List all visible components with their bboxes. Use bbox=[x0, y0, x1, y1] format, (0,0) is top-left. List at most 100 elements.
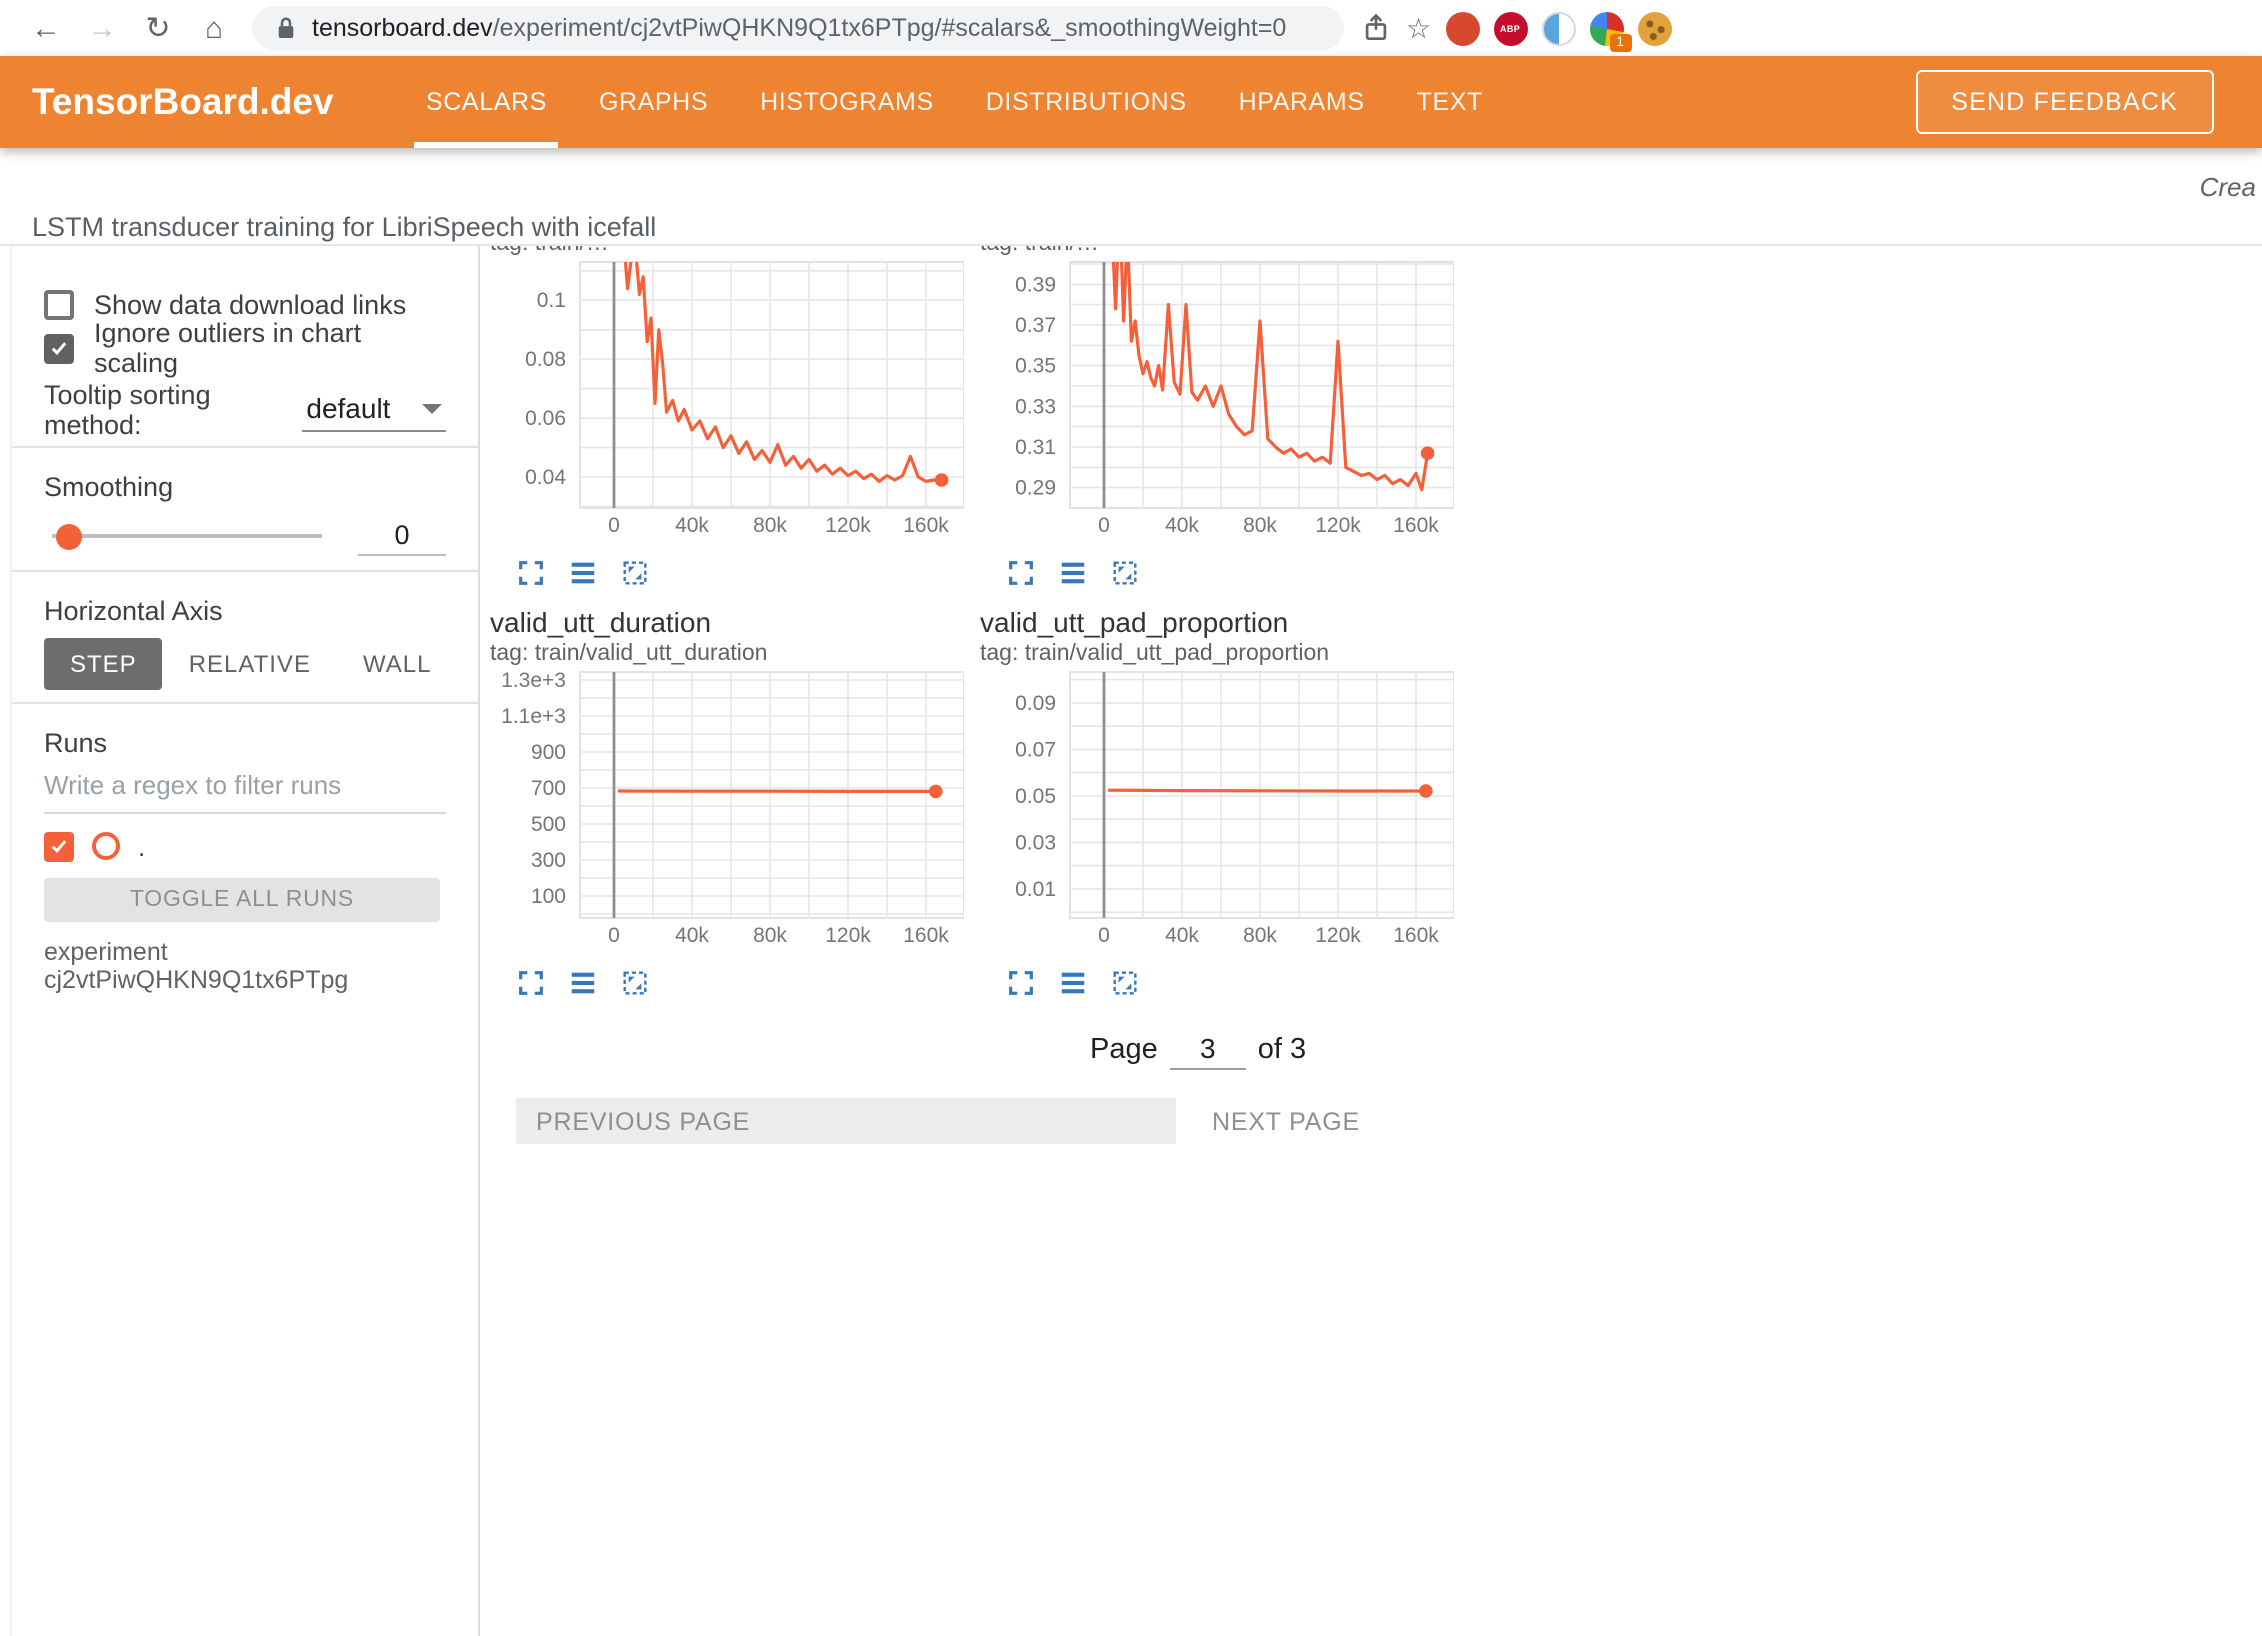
svg-text:80k: 80k bbox=[1243, 924, 1277, 947]
svg-text:40k: 40k bbox=[1165, 514, 1199, 537]
slider-thumb[interactable] bbox=[56, 523, 82, 549]
fit-domain-icon[interactable] bbox=[620, 966, 650, 1000]
runs-filter-input[interactable] bbox=[44, 762, 446, 814]
chart-toolbar bbox=[1006, 966, 1454, 1000]
tab-scalars[interactable]: SCALARS bbox=[400, 56, 573, 148]
content: Show data download links Ignore outliers… bbox=[0, 246, 2262, 1636]
cookie-extension-icon[interactable] bbox=[1637, 11, 1671, 45]
bookmark-star-icon[interactable]: ☆ bbox=[1406, 11, 1431, 45]
axis-step-button[interactable]: STEP bbox=[44, 638, 163, 690]
svg-text:0.05: 0.05 bbox=[1015, 785, 1056, 808]
line-chart: 0.040.060.080.1040k80k120k160k bbox=[490, 258, 964, 546]
abp-extension-icon[interactable]: ABP bbox=[1493, 11, 1527, 45]
svg-text:160k: 160k bbox=[1393, 514, 1439, 537]
tooltip-sorting-select[interactable]: default bbox=[302, 388, 446, 432]
browser-toolbar: ← → ↻ ⌂ tensorboard.dev/experiment/cj2vt… bbox=[0, 0, 2262, 56]
url-path: /experiment/cj2vtPiwQHKN9Q1tx6PTpg/#scal… bbox=[493, 14, 1287, 42]
tab-text[interactable]: TEXT bbox=[1391, 56, 1509, 148]
smoothing-row bbox=[44, 514, 446, 558]
page-label: Page bbox=[1090, 1034, 1158, 1066]
back-icon[interactable]: ← bbox=[28, 13, 64, 43]
ignore-outliers-row[interactable]: Ignore outliers in chart scaling bbox=[44, 326, 446, 370]
line-chart: 1003005007009001.1e+31.3e+3040k80k120k16… bbox=[490, 668, 964, 956]
svg-text:40k: 40k bbox=[1165, 924, 1199, 947]
chart-toolbar bbox=[516, 966, 964, 1000]
settings-sidebar: Show data download links Ignore outliers… bbox=[10, 246, 480, 1636]
ignore-outliers-label: Ignore outliers in chart scaling bbox=[94, 318, 446, 378]
page-navigation: PREVIOUS PAGE NEXT PAGE bbox=[516, 1098, 2262, 1144]
tab-distributions[interactable]: DISTRIBUTIONS bbox=[960, 56, 1213, 148]
svg-text:160k: 160k bbox=[903, 514, 949, 537]
app-logo[interactable]: TensorBoard.dev bbox=[32, 80, 328, 124]
check-icon bbox=[48, 336, 70, 360]
home-icon[interactable]: ⌂ bbox=[196, 13, 232, 43]
reload-icon[interactable]: ↻ bbox=[140, 13, 176, 43]
experiment-title: LSTM transducer training for LibriSpeech… bbox=[0, 208, 2262, 246]
svg-text:100: 100 bbox=[531, 885, 566, 908]
tab-graphs[interactable]: GRAPHS bbox=[573, 56, 734, 148]
show-download-checkbox[interactable] bbox=[44, 289, 74, 319]
adblock-extension-icon[interactable] bbox=[1445, 11, 1479, 45]
svg-text:0.03: 0.03 bbox=[1015, 831, 1056, 854]
chart-data-table-icon[interactable] bbox=[568, 966, 598, 1000]
axis-relative-button[interactable]: RELATIVE bbox=[163, 638, 337, 690]
svg-text:160k: 160k bbox=[903, 924, 949, 947]
run-row[interactable]: . bbox=[44, 826, 446, 866]
chart-data-table-icon[interactable] bbox=[1058, 966, 1088, 1000]
fit-domain-icon[interactable] bbox=[620, 556, 650, 590]
expand-chart-icon[interactable] bbox=[1006, 966, 1036, 1000]
charts-area: tag: train/… 0.040.060.080.1040k80k120k1… bbox=[480, 246, 2262, 1636]
profile-extension-icon[interactable]: 1 bbox=[1589, 11, 1623, 45]
smoothing-input[interactable] bbox=[358, 516, 446, 556]
svg-text:0.29: 0.29 bbox=[1015, 477, 1056, 500]
page-total: of 3 bbox=[1258, 1034, 1306, 1066]
tooltip-sorting-row: Tooltip sorting method: default bbox=[44, 386, 446, 434]
extension-icon[interactable] bbox=[1541, 11, 1575, 45]
lock-icon bbox=[276, 16, 296, 40]
expand-chart-icon[interactable] bbox=[516, 966, 546, 1000]
chart-card: tag: train/… 0.040.060.080.1040k80k120k1… bbox=[490, 246, 964, 606]
chart-card: valid_utt_duration tag: train/valid_utt_… bbox=[490, 606, 964, 1000]
svg-text:1.1e+3: 1.1e+3 bbox=[501, 705, 566, 728]
chart-data-table-icon[interactable] bbox=[568, 556, 598, 590]
url-bar[interactable]: tensorboard.dev/experiment/cj2vtPiwQHKN9… bbox=[252, 6, 1344, 50]
run-checkbox[interactable] bbox=[44, 831, 74, 861]
page: ← → ↻ ⌂ tensorboard.dev/experiment/cj2vt… bbox=[0, 0, 2262, 1636]
page-input[interactable] bbox=[1170, 1028, 1246, 1070]
svg-text:0: 0 bbox=[608, 514, 620, 537]
chart-tag: tag: train/valid_utt_duration bbox=[490, 640, 964, 668]
svg-text:80k: 80k bbox=[753, 514, 787, 537]
line-chart: 0.290.310.330.350.370.39040k80k120k160k bbox=[980, 258, 1454, 546]
tab-hparams[interactable]: HPARAMS bbox=[1213, 56, 1391, 148]
expand-chart-icon[interactable] bbox=[1006, 556, 1036, 590]
axis-wall-button[interactable]: WALL bbox=[337, 638, 457, 690]
fit-domain-icon[interactable] bbox=[1110, 966, 1140, 1000]
share-icon[interactable] bbox=[1360, 12, 1392, 44]
expand-chart-icon[interactable] bbox=[516, 556, 546, 590]
pagination: Page of 3 bbox=[1090, 1028, 2262, 1070]
svg-text:0.33: 0.33 bbox=[1015, 395, 1056, 418]
chart-data-table-icon[interactable] bbox=[1058, 556, 1088, 590]
svg-text:500: 500 bbox=[531, 813, 566, 836]
chart-tag: tag: train/… bbox=[490, 246, 964, 258]
fit-domain-icon[interactable] bbox=[1110, 556, 1140, 590]
forward-icon[interactable]: → bbox=[84, 13, 120, 43]
chart-title: valid_utt_pad_proportion bbox=[980, 606, 1454, 640]
previous-page-button[interactable]: PREVIOUS PAGE bbox=[516, 1098, 1176, 1144]
ignore-outliers-checkbox[interactable] bbox=[44, 333, 74, 363]
runs-label: Runs bbox=[44, 728, 446, 758]
tab-histograms[interactable]: HISTOGRAMS bbox=[734, 56, 960, 148]
toolbar-right-text: Crea bbox=[2200, 172, 2256, 202]
svg-text:160k: 160k bbox=[1393, 924, 1439, 947]
toggle-all-runs-button[interactable]: TOGGLE ALL RUNS bbox=[44, 878, 440, 922]
svg-text:40k: 40k bbox=[675, 924, 709, 947]
tooltip-sorting-value: default bbox=[306, 392, 390, 424]
horizontal-axis-group: STEP RELATIVE WALL bbox=[44, 638, 446, 690]
secondary-toolbar: Crea bbox=[0, 148, 2262, 208]
send-feedback-button[interactable]: SEND FEEDBACK bbox=[1915, 70, 2214, 134]
svg-text:0.35: 0.35 bbox=[1015, 355, 1056, 378]
browser-actions: ☆ ABP 1 bbox=[1360, 11, 1671, 45]
show-download-label: Show data download links bbox=[94, 289, 406, 319]
smoothing-slider[interactable] bbox=[52, 534, 322, 538]
next-page-button[interactable]: NEXT PAGE bbox=[1200, 1105, 1372, 1137]
